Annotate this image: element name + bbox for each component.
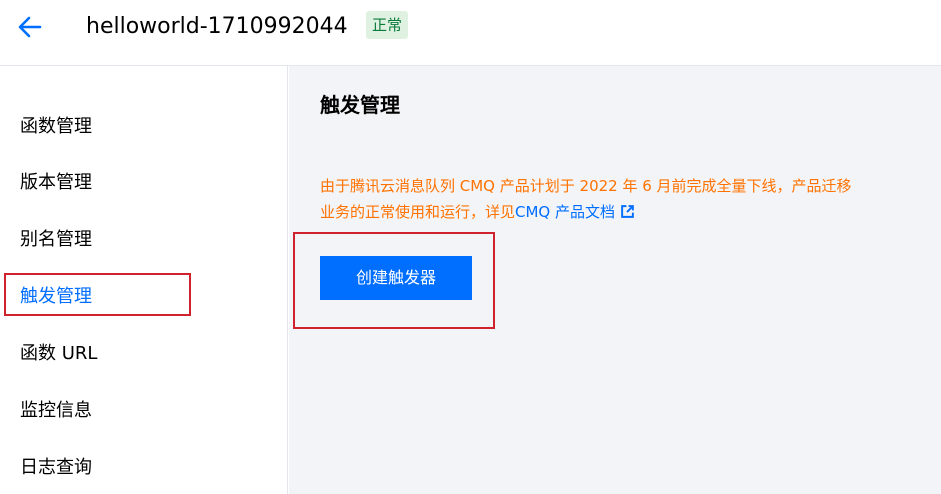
main-content: 触发管理 由于腾讯云消息队列 CMQ 产品计划于 2022 年 6 月前完成全量… bbox=[289, 66, 941, 494]
sidebar-item-function-url[interactable]: 函数 URL bbox=[20, 339, 97, 369]
page-header: helloworld-1710992044 正常 bbox=[0, 0, 941, 66]
sidebar-item-trigger-management[interactable]: 触发管理 bbox=[20, 282, 92, 312]
back-button[interactable] bbox=[14, 11, 46, 43]
cmq-doc-link[interactable]: CMQ 产品文档 bbox=[515, 203, 635, 221]
sidebar: 函数管理 版本管理 别名管理 触发管理 函数 URL 监控信息 日志查询 bbox=[0, 66, 288, 494]
sidebar-item-log-query[interactable]: 日志查询 bbox=[20, 453, 92, 483]
page-title: 触发管理 bbox=[320, 93, 400, 117]
sidebar-item-alias-management[interactable]: 别名管理 bbox=[20, 225, 92, 255]
arrow-left-icon bbox=[18, 16, 42, 38]
sidebar-item-function-management[interactable]: 函数管理 bbox=[20, 112, 92, 142]
notice-text-line2: 业务的正常使用和运行，详见CMQ 产品文档 bbox=[320, 199, 941, 225]
deprecation-notice: 由于腾讯云消息队列 CMQ 产品计划于 2022 年 6 月前完成全量下线，产品… bbox=[320, 173, 941, 225]
status-badge: 正常 bbox=[366, 11, 409, 39]
notice-text-line1: 由于腾讯云消息队列 CMQ 产品计划于 2022 年 6 月前完成全量下线，产品… bbox=[320, 177, 852, 195]
create-trigger-button[interactable]: 创建触发器 bbox=[320, 256, 472, 300]
function-name: helloworld-1710992044 bbox=[86, 14, 348, 39]
notice-text-line2-prefix: 业务的正常使用和运行，详见 bbox=[320, 203, 516, 221]
cmq-doc-link-label: CMQ 产品文档 bbox=[515, 203, 616, 221]
sidebar-item-version-management[interactable]: 版本管理 bbox=[20, 168, 92, 198]
sidebar-item-monitoring[interactable]: 监控信息 bbox=[20, 396, 92, 426]
external-link-icon bbox=[621, 205, 634, 218]
